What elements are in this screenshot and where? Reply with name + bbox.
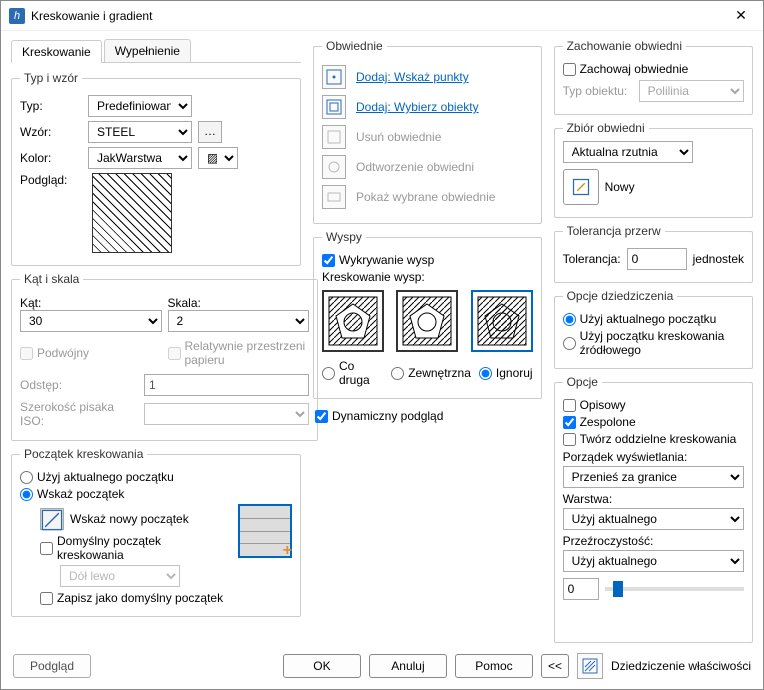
inherit-properties-label: Dziedziczenie właściwości bbox=[611, 659, 751, 673]
tolerance-label: Tolerancja: bbox=[563, 252, 621, 266]
group-angle-scale: Kąt i skala Kąt: 30 Skala: 2 Podwójny Re… bbox=[11, 272, 318, 441]
boundary-set-select[interactable]: Aktualna rzutnia bbox=[563, 141, 693, 163]
tolerance-input[interactable] bbox=[627, 248, 687, 270]
pattern-select[interactable]: STEEL bbox=[88, 121, 192, 143]
iso-width-label: Szerokość pisaka ISO: bbox=[20, 400, 138, 428]
separate-hatches-checkbox[interactable] bbox=[563, 433, 576, 446]
transparency-value-input[interactable] bbox=[563, 578, 599, 600]
group-boundaries: Obwiednie Dodaj: Wskaż punkty Dodaj: Wyb… bbox=[313, 39, 542, 224]
rel-paper-checkbox bbox=[168, 347, 181, 360]
close-icon[interactable]: ✕ bbox=[727, 7, 755, 24]
collapse-button[interactable]: << bbox=[541, 654, 569, 678]
color-label: Kolor: bbox=[20, 151, 82, 165]
add-pick-points-link[interactable]: Dodaj: Wskaż punkty bbox=[356, 70, 469, 84]
color-select[interactable]: JakWarstwa bbox=[88, 147, 192, 169]
scale-select[interactable]: 2 bbox=[168, 310, 310, 332]
default-origin-corner-select: Dół lewo bbox=[60, 565, 180, 587]
new-boundary-set-icon[interactable] bbox=[563, 169, 599, 205]
pattern-browse-button[interactable]: … bbox=[198, 121, 222, 143]
type-label: Typ: bbox=[20, 99, 82, 113]
angle-label: Kąt: bbox=[20, 296, 162, 310]
inherit-current-radio[interactable] bbox=[563, 313, 576, 326]
tab-fill[interactable]: Wypełnienie bbox=[104, 39, 191, 62]
dialog-window: h Kreskowanie i gradient ✕ Kreskowanie W… bbox=[0, 0, 764, 690]
help-button[interactable]: Pomoc bbox=[455, 654, 533, 678]
transparency-label: Przeźroczystość: bbox=[563, 534, 744, 548]
footer: Podgląd OK Anuluj Pomoc << Dziedziczenie… bbox=[1, 647, 763, 689]
ok-button[interactable]: OK bbox=[283, 654, 361, 678]
associative-checkbox[interactable] bbox=[563, 416, 576, 429]
island-style-label: Kreskowanie wysp: bbox=[322, 270, 533, 284]
group-type-pattern: Typ i wzór Typ: Predefiniowana Wzór: STE… bbox=[11, 71, 301, 266]
origin-preview bbox=[238, 504, 292, 558]
tabs: Kreskowanie Wypełnienie bbox=[11, 39, 301, 63]
annotative-checkbox[interactable] bbox=[563, 399, 576, 412]
type-select[interactable]: Predefiniowana bbox=[88, 95, 192, 117]
iso-width-select bbox=[144, 403, 309, 425]
inherit-source-radio[interactable] bbox=[563, 337, 576, 350]
cancel-button[interactable]: Anuluj bbox=[369, 654, 447, 678]
spacing-input bbox=[144, 374, 309, 396]
tab-hatch[interactable]: Kreskowanie bbox=[11, 40, 102, 63]
show-boundaries-icon bbox=[322, 185, 346, 209]
add-pick-points-icon[interactable] bbox=[322, 65, 346, 89]
layer-select[interactable]: Użyj aktualnego bbox=[563, 508, 744, 530]
group-boundary-set: Zbiór obwiedni Aktualna rzutnia Nowy bbox=[554, 121, 753, 218]
draw-order-label: Porządek wyświetlania: bbox=[563, 450, 744, 464]
group-hatch-origin: Początek kreskowania Użyj aktualnego poc… bbox=[11, 447, 301, 617]
spacing-label: Odstęp: bbox=[20, 378, 138, 392]
object-type-label: Typ obiektu: bbox=[563, 84, 633, 98]
app-icon: h bbox=[9, 8, 25, 24]
add-select-objects-link[interactable]: Dodaj: Wybierz obiekty bbox=[356, 100, 479, 114]
group-retain-boundary: Zachowanie obwiedni Zachowaj obwiednie T… bbox=[554, 39, 753, 115]
island-style-ignore-image[interactable] bbox=[471, 290, 533, 352]
draw-order-select[interactable]: Przenieś za granice bbox=[563, 466, 744, 488]
pattern-label: Wzór: bbox=[20, 125, 82, 139]
origin-specify-radio[interactable] bbox=[20, 488, 33, 501]
group-gap-tolerance: Tolerancja przerw Tolerancja: jednostek bbox=[554, 224, 753, 283]
default-origin-checkbox[interactable] bbox=[40, 542, 53, 555]
recreate-boundaries-icon bbox=[322, 155, 346, 179]
group-islands: Wyspy Wykrywanie wysp Kreskowanie wysp: … bbox=[313, 230, 542, 399]
island-outer-radio[interactable] bbox=[391, 367, 404, 380]
titlebar: h Kreskowanie i gradient ✕ bbox=[1, 1, 763, 31]
angle-select[interactable]: 30 bbox=[20, 310, 162, 332]
inherit-properties-icon[interactable] bbox=[577, 653, 603, 679]
window-title: Kreskowanie i gradient bbox=[31, 9, 727, 23]
transparency-select[interactable]: Użyj aktualnego bbox=[563, 550, 744, 572]
island-style-normal-image[interactable] bbox=[322, 290, 384, 352]
scale-label: Skala: bbox=[168, 296, 310, 310]
remove-boundaries-icon bbox=[322, 125, 346, 149]
object-type-select: Polilinia bbox=[639, 80, 744, 102]
group-options: Opcje Opisowy Zespolone Twórz oddzielne … bbox=[554, 375, 753, 643]
save-default-origin-checkbox[interactable] bbox=[40, 592, 53, 605]
island-style-outer-image[interactable] bbox=[396, 290, 458, 352]
retain-boundary-checkbox[interactable] bbox=[563, 63, 576, 76]
add-select-objects-icon[interactable] bbox=[322, 95, 346, 119]
pattern-preview[interactable] bbox=[92, 173, 172, 253]
double-checkbox bbox=[20, 347, 33, 360]
origin-current-radio[interactable] bbox=[20, 471, 33, 484]
color-secondary-select[interactable]: ▨ bbox=[198, 147, 238, 169]
island-ignore-radio[interactable] bbox=[479, 367, 492, 380]
layer-label: Warstwa: bbox=[563, 492, 744, 506]
island-normal-radio[interactable] bbox=[322, 367, 335, 380]
preview-button[interactable]: Podgląd bbox=[13, 654, 91, 678]
pick-origin-button[interactable] bbox=[40, 508, 64, 530]
transparency-slider[interactable] bbox=[605, 587, 744, 591]
island-detection-checkbox[interactable] bbox=[322, 254, 335, 267]
preview-label: Podgląd: bbox=[20, 173, 82, 187]
dynamic-preview-checkbox[interactable] bbox=[315, 410, 328, 423]
group-inherit-options: Opcje dziedziczenia Użyj aktualnego pocz… bbox=[554, 289, 753, 369]
